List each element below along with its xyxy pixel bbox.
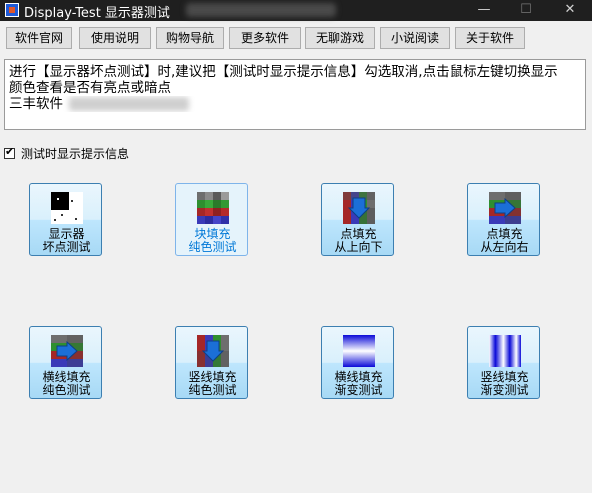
app-icon: [5, 3, 19, 17]
point-fill-right-icon: [489, 192, 521, 224]
info-line-3: 三丰软件: [9, 96, 581, 112]
point-fill-top-down-button[interactable]: 点填充 从上向下: [321, 183, 394, 256]
tile-label-line2: 纯色测试: [188, 240, 237, 254]
novel-reading-button[interactable]: 小说阅读: [380, 27, 450, 49]
vline-fill-icon: [197, 335, 229, 367]
vline-fill-test-button[interactable]: 竖线填充 纯色测试: [175, 326, 248, 399]
dead-pixel-icon: [51, 192, 83, 224]
close-button[interactable]: ✕: [548, 0, 592, 21]
hline-fill-test-button[interactable]: 横线填充 纯色测试: [29, 326, 102, 399]
redacted-title-segment: [186, 3, 336, 17]
hgradient-icon: [343, 335, 375, 367]
info-line-2: 颜色查看是否有亮点或暗点: [9, 80, 171, 96]
show-hint-label: 测试时显示提示信息: [21, 146, 130, 161]
games-button[interactable]: 无聊游戏: [305, 27, 375, 49]
tile-label-line2: 渐变测试: [334, 383, 383, 397]
block-fill-icon: [197, 192, 229, 224]
instructions-button[interactable]: 使用说明: [79, 27, 151, 49]
block-fill-test-button[interactable]: 块填充 纯色测试: [175, 183, 248, 256]
tile-label-line2: 从上向下: [334, 240, 383, 254]
point-fill-left-right-button[interactable]: 点填充 从左向右: [467, 183, 540, 256]
tile-label-line2: 坏点测试: [42, 240, 91, 254]
minimize-button[interactable]: —: [462, 0, 506, 21]
maximize-button[interactable]: ☐: [504, 0, 548, 21]
info-line-1: 进行【显示器坏点测试】时,建议把【测试时显示提示信息】勾选取消,点击鼠标左键切换…: [9, 64, 558, 80]
info-line-3-text: 三丰软件: [9, 96, 63, 112]
title-bar[interactable]: Display-Test 显示器测试 — ☐ ✕: [0, 0, 592, 21]
info-textbox[interactable]: 进行【显示器坏点测试】时,建议把【测试时显示提示信息】勾选取消,点击鼠标左键切换…: [4, 59, 586, 130]
vline-gradient-test-button[interactable]: 竖线填充 渐变测试: [467, 326, 540, 399]
vgradient-icon: [489, 335, 521, 367]
show-hint-checkbox-row[interactable]: 测试时显示提示信息: [4, 145, 129, 161]
shopping-nav-button[interactable]: 购物导航: [156, 27, 224, 49]
show-hint-checkbox[interactable]: [4, 145, 15, 159]
point-fill-down-icon: [343, 192, 375, 224]
official-site-button[interactable]: 软件官网: [6, 27, 72, 49]
tile-label-line2: 从左向右: [480, 240, 529, 254]
hline-fill-icon: [51, 335, 83, 367]
more-software-button[interactable]: 更多软件: [229, 27, 301, 49]
hline-gradient-test-button[interactable]: 横线填充 渐变测试: [321, 326, 394, 399]
tile-label-line2: 纯色测试: [42, 383, 91, 397]
menu-button-bar: 软件官网 使用说明 购物导航 更多软件 无聊游戏 小说阅读 关于软件: [0, 27, 592, 49]
about-button[interactable]: 关于软件: [455, 27, 525, 49]
redacted-text: [69, 97, 189, 111]
dead-pixel-test-button[interactable]: 显示器 坏点测试: [29, 183, 102, 256]
tile-label-line2: 渐变测试: [480, 383, 529, 397]
tile-label-line2: 纯色测试: [188, 383, 237, 397]
window-title: Display-Test 显示器测试: [24, 6, 170, 21]
